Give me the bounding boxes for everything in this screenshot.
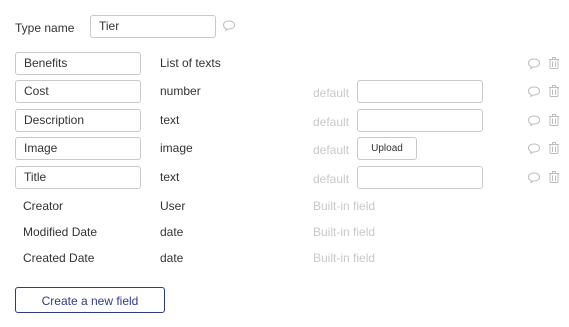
type-name-input[interactable]: Tier (90, 15, 216, 38)
trash-icon[interactable] (547, 170, 561, 184)
builtin-field-note: Built-in field (313, 251, 376, 265)
upload-button[interactable]: Upload (357, 137, 417, 160)
comment-icon[interactable] (527, 57, 541, 71)
field-type-label: text (160, 113, 180, 127)
comment-icon[interactable] (527, 85, 541, 99)
default-label: default (313, 115, 350, 129)
builtin-field-note: Built-in field (313, 225, 376, 239)
default-value-input[interactable] (357, 80, 483, 103)
create-new-field-button[interactable]: Create a new field (15, 287, 165, 313)
builtin-field-type: User (160, 199, 186, 213)
field-type-label: image (160, 141, 193, 155)
trash-icon[interactable] (547, 141, 561, 155)
default-label: default (313, 86, 350, 100)
type-name-label: Type name (15, 21, 75, 35)
default-value-input[interactable] (357, 166, 483, 189)
field-name-input[interactable]: Cost (15, 80, 141, 103)
field-name-input[interactable]: Image (15, 137, 141, 160)
field-name-input[interactable]: Description (15, 109, 141, 132)
field-name-input[interactable]: Title (15, 166, 141, 189)
default-value-input[interactable] (357, 109, 483, 132)
default-label: default (313, 143, 350, 157)
comment-icon[interactable] (527, 142, 541, 156)
trash-icon[interactable] (547, 84, 561, 98)
field-name-input[interactable]: Benefits (15, 52, 141, 75)
comment-icon[interactable] (222, 19, 236, 33)
field-type-label: List of texts (160, 56, 221, 70)
trash-icon[interactable] (547, 113, 561, 127)
comment-icon[interactable] (527, 114, 541, 128)
builtin-field-name: Created Date (23, 251, 95, 265)
builtin-field-note: Built-in field (313, 199, 376, 213)
builtin-field-name: Modified Date (23, 225, 98, 239)
trash-icon[interactable] (547, 56, 561, 70)
default-label: default (313, 172, 350, 186)
comment-icon[interactable] (527, 171, 541, 185)
builtin-field-type: date (160, 225, 184, 239)
builtin-field-name: Creator (23, 199, 64, 213)
builtin-field-type: date (160, 251, 184, 265)
field-type-label: text (160, 170, 180, 184)
field-type-label: number (160, 84, 201, 98)
